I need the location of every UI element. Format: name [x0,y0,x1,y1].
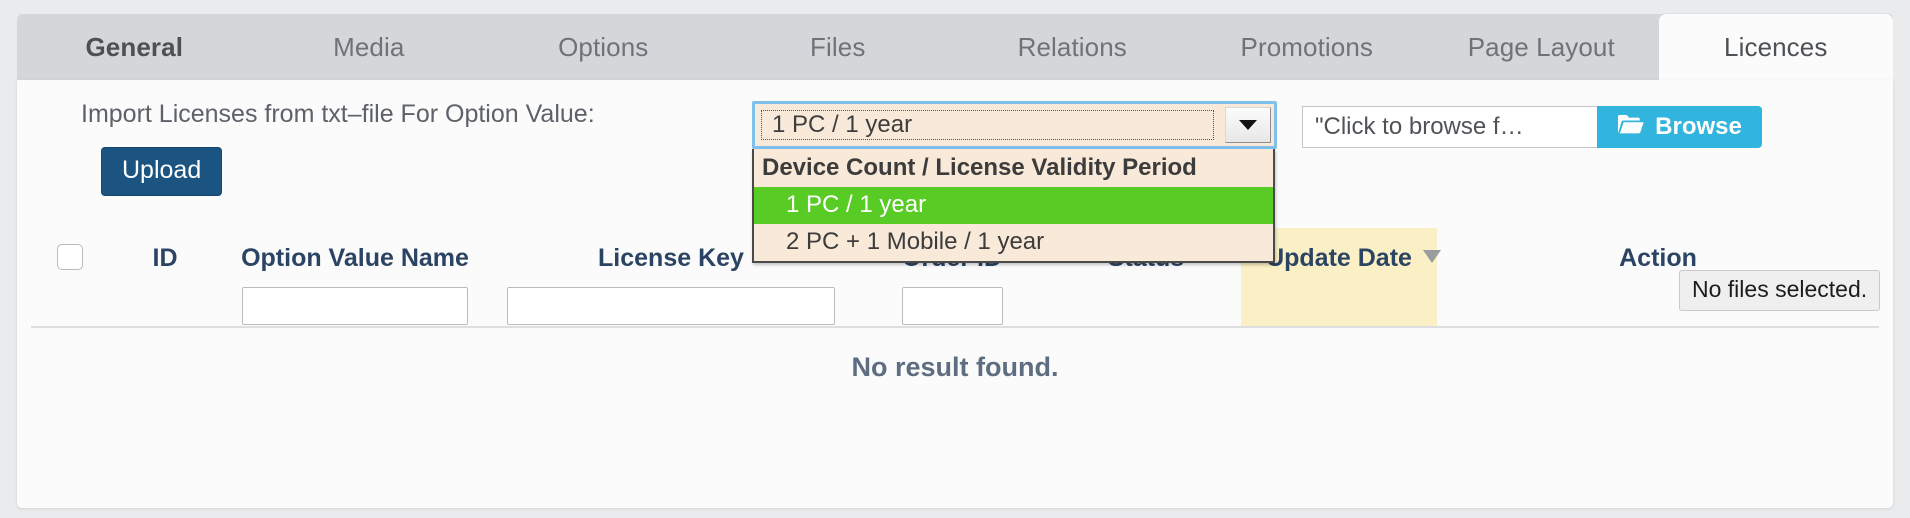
tab-label: Relations [1017,31,1127,62]
file-upload-control[interactable]: "Click to browse f… Browse [1302,106,1762,148]
table-header-label[interactable]: Update Date [1266,244,1412,273]
table-header-select-all [31,228,109,326]
option-value-select[interactable]: 1 PC / 1 year [752,101,1277,149]
folder-open-icon [1617,113,1645,142]
option-value-select-box[interactable]: 1 PC / 1 year [752,101,1277,149]
option-value-selected-text: 1 PC / 1 year [772,111,913,138]
table-header-label: Action [1619,244,1697,272]
filter-input-option-value-name[interactable] [242,287,468,325]
option-value-select-inner: 1 PC / 1 year [761,110,1214,140]
tab-label: Licences [1724,31,1828,62]
tab-promotions[interactable]: Promotions [1190,14,1425,80]
option-value-select-arrow-button[interactable] [1225,107,1271,143]
table-header-label[interactable]: License Key [598,244,744,273]
select-all-checkbox[interactable] [57,244,83,270]
table-header-id: ID [109,228,221,326]
import-licenses-label: Import Licenses from txt–file For Option… [81,100,595,128]
table-divider [31,326,1879,328]
filter-input-order-id[interactable] [901,287,1003,325]
table-header-label[interactable]: ID [153,244,178,273]
tab-label: Promotions [1240,31,1373,62]
dropdown-option-2pc-1mobile-1year[interactable]: 2 PC + 1 Mobile / 1 year [754,224,1273,261]
file-path-field[interactable]: "Click to browse f… [1302,106,1597,148]
tab-page-layout[interactable]: Page Layout [1424,14,1659,80]
upload-button[interactable]: Upload [101,147,223,196]
tab-label: General [85,31,184,62]
tab-label: Page Layout [1467,31,1615,62]
tab-files[interactable]: Files [721,14,956,80]
browse-button-label: Browse [1655,113,1742,140]
option-value-dropdown-list[interactable]: Device Count / License Validity Period 1… [752,149,1275,263]
tab-label: Media [333,31,405,62]
tab-relations[interactable]: Relations [955,14,1190,80]
dropdown-option-1pc-1year[interactable]: 1 PC / 1 year [754,187,1273,224]
tab-general[interactable]: General [17,14,252,80]
no-result-message: No result found. [851,352,1059,382]
dropdown-option-label: 2 PC + 1 Mobile / 1 year [786,228,1045,255]
tab-licences[interactable]: Licences [1658,14,1893,80]
page-root: General Media Options Files Relations Pr… [0,0,1910,518]
licences-panel: Import Licenses from txt–file For Option… [17,80,1893,508]
tab-options[interactable]: Options [486,14,721,80]
table-header-label[interactable]: Option Value Name [241,244,469,273]
table-header-option-value-name: Option Value Name [221,228,489,326]
tab-media[interactable]: Media [252,14,487,80]
dropdown-optgroup-label: Device Count / License Validity Period [762,154,1197,181]
chevron-down-icon [1239,120,1257,130]
browse-button[interactable]: Browse [1597,106,1762,148]
tab-label: Files [810,31,866,62]
table-header-action: Action [1437,228,1879,326]
filter-input-license-key[interactable] [507,287,835,325]
tab-bar: General Media Options Files Relations Pr… [17,14,1893,80]
dropdown-option-label: 1 PC / 1 year [786,191,927,218]
tab-label: Options [558,31,649,62]
